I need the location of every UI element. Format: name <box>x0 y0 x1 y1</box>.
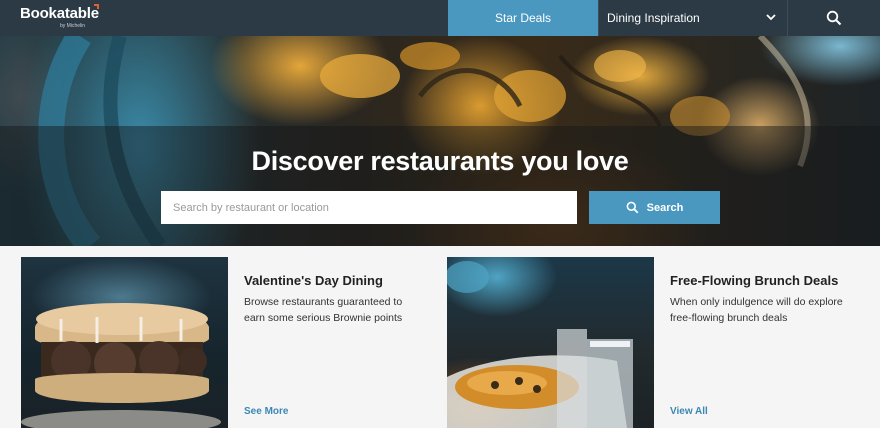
brunch-food-image <box>447 261 633 428</box>
top-navigation: Bookatable by Michelin Star Deals Dining… <box>0 0 880 36</box>
nav-search-button[interactable] <box>788 0 880 36</box>
bookatable-logo[interactable]: Bookatable by Michelin <box>20 4 99 29</box>
brunch-card-image[interactable] <box>447 257 654 428</box>
hero-title: Discover restaurants you love <box>251 146 629 176</box>
nav-star-deals-label: Star Deals <box>494 11 552 25</box>
brunch-card-description: When only indulgence will do explore fre… <box>670 296 843 324</box>
logo-text: Bookatable <box>20 5 99 22</box>
chevron-down-icon <box>766 14 776 21</box>
see-more-link[interactable]: See More <box>244 406 288 417</box>
hero-overlay <box>0 126 880 246</box>
nav-dining-inspiration-label: Dining Inspiration <box>607 11 700 25</box>
valentines-card-title[interactable]: Valentine's Day Dining <box>244 273 383 288</box>
nav-star-deals[interactable]: Star Deals <box>448 0 598 36</box>
logo-subtext: by Michelin <box>60 23 86 29</box>
hero-banner: Discover restaurants you love Search <box>0 36 880 246</box>
nav-dining-inspiration-dropdown[interactable]: Dining Inspiration <box>598 0 788 36</box>
brunch-card-title[interactable]: Free-Flowing Brunch Deals <box>670 273 838 288</box>
search-icon <box>826 10 842 26</box>
search-icon <box>626 201 639 214</box>
valentines-card-description: Browse restaurants guaranteed to earn so… <box>244 296 403 324</box>
search-input[interactable] <box>161 191 577 224</box>
search-button-label: Search <box>646 201 684 214</box>
logo-mark-icon <box>94 4 99 9</box>
view-all-link[interactable]: View All <box>670 406 708 417</box>
valentines-card-image[interactable] <box>21 257 228 428</box>
macaron-dessert-image <box>21 303 221 428</box>
search-button[interactable]: Search <box>589 191 720 224</box>
